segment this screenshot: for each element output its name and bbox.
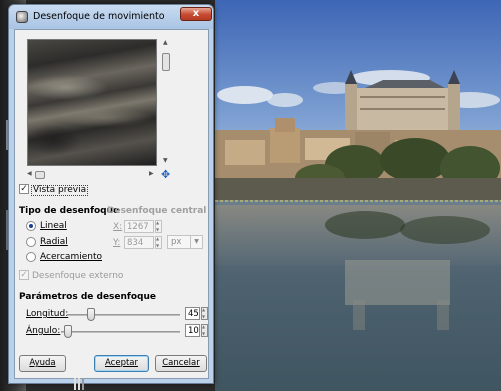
horizontal-scroll-thumb[interactable]	[35, 171, 45, 179]
angle-spinner[interactable]	[201, 324, 208, 337]
radio-zoom[interactable]	[26, 252, 36, 262]
window-title: Desenfoque de movimiento	[33, 11, 165, 22]
radio-zoom-label[interactable]: Acercamiento	[40, 252, 102, 262]
angle-slider-track[interactable]	[61, 331, 180, 333]
scroll-up-icon[interactable]: ▲	[163, 39, 168, 46]
help-button[interactable]: Ayuda	[19, 355, 66, 372]
canvas-resize-handle[interactable]	[74, 378, 88, 390]
preview-horizontal-scrollbar[interactable]: ◀ ▶	[27, 170, 157, 180]
radio-linear[interactable]	[26, 221, 36, 231]
center-x-input[interactable]: 1267	[124, 220, 154, 233]
blur-params-heading: Parámetros de desenfoque	[19, 292, 156, 302]
center-x-spinner[interactable]	[155, 220, 162, 233]
angle-input[interactable]: 10	[185, 324, 200, 337]
close-button[interactable]: x	[180, 7, 212, 21]
angle-slider-thumb[interactable]	[64, 325, 72, 338]
preview-vertical-scrollbar[interactable]: ▲ ▼	[161, 39, 171, 166]
screen: Desenfoque de movimiento x ▲ ▼ ◀ ▶ ✥ ✓ V…	[0, 0, 501, 391]
outer-blur-label[interactable]: Desenfoque externo	[32, 271, 123, 281]
angle-label: Ángulo:	[26, 326, 61, 336]
navigate-move-icon[interactable]: ✥	[161, 169, 170, 180]
blur-type-heading: Tipo de desenfoque	[19, 206, 120, 216]
cancel-button[interactable]: Cancelar	[155, 355, 207, 372]
preview-checkbox-label[interactable]: Vista previa	[31, 185, 89, 196]
chevron-down-icon: ▼	[190, 236, 202, 248]
scroll-right-icon[interactable]: ▶	[149, 170, 154, 177]
dialog-content: ▲ ▼ ◀ ▶ ✥ ✓ Vista previa Tipo de desenfo…	[14, 29, 209, 379]
length-slider-thumb[interactable]	[87, 308, 95, 321]
outer-blur-checkbox[interactable]: ✓	[19, 270, 29, 280]
preview-checkbox[interactable]: ✓	[19, 184, 29, 194]
scroll-down-icon[interactable]: ▼	[163, 157, 168, 164]
unit-select[interactable]: px ▼	[167, 235, 203, 249]
radio-radial[interactable]	[26, 237, 36, 247]
scroll-left-icon[interactable]: ◀	[27, 170, 32, 177]
length-spinner[interactable]	[201, 307, 208, 320]
center-y-spinner[interactable]	[155, 236, 162, 249]
center-x-label: X:	[113, 222, 123, 232]
radio-linear-label[interactable]: Lineal	[40, 221, 67, 231]
center-y-label: Y:	[113, 238, 121, 248]
accept-button[interactable]: Aceptar	[94, 355, 149, 372]
length-label: Longitud:	[26, 309, 69, 319]
image-canvas[interactable]	[215, 0, 501, 391]
radio-radial-label[interactable]: Radial	[40, 237, 68, 247]
blur-center-heading: Desenfoque central	[107, 206, 207, 216]
length-slider-track[interactable]	[67, 314, 180, 316]
image-preview-photo	[215, 0, 501, 391]
unit-select-value: px	[171, 237, 182, 247]
length-input[interactable]: 45	[185, 307, 200, 320]
title-bar[interactable]: Desenfoque de movimiento x	[9, 5, 213, 29]
vertical-scroll-thumb[interactable]	[162, 53, 170, 71]
gimp-app-icon	[16, 11, 28, 23]
motion-blur-dialog: Desenfoque de movimiento x ▲ ▼ ◀ ▶ ✥ ✓ V…	[8, 4, 214, 384]
center-y-input[interactable]: 834	[124, 236, 154, 249]
blur-preview[interactable]	[27, 39, 157, 166]
